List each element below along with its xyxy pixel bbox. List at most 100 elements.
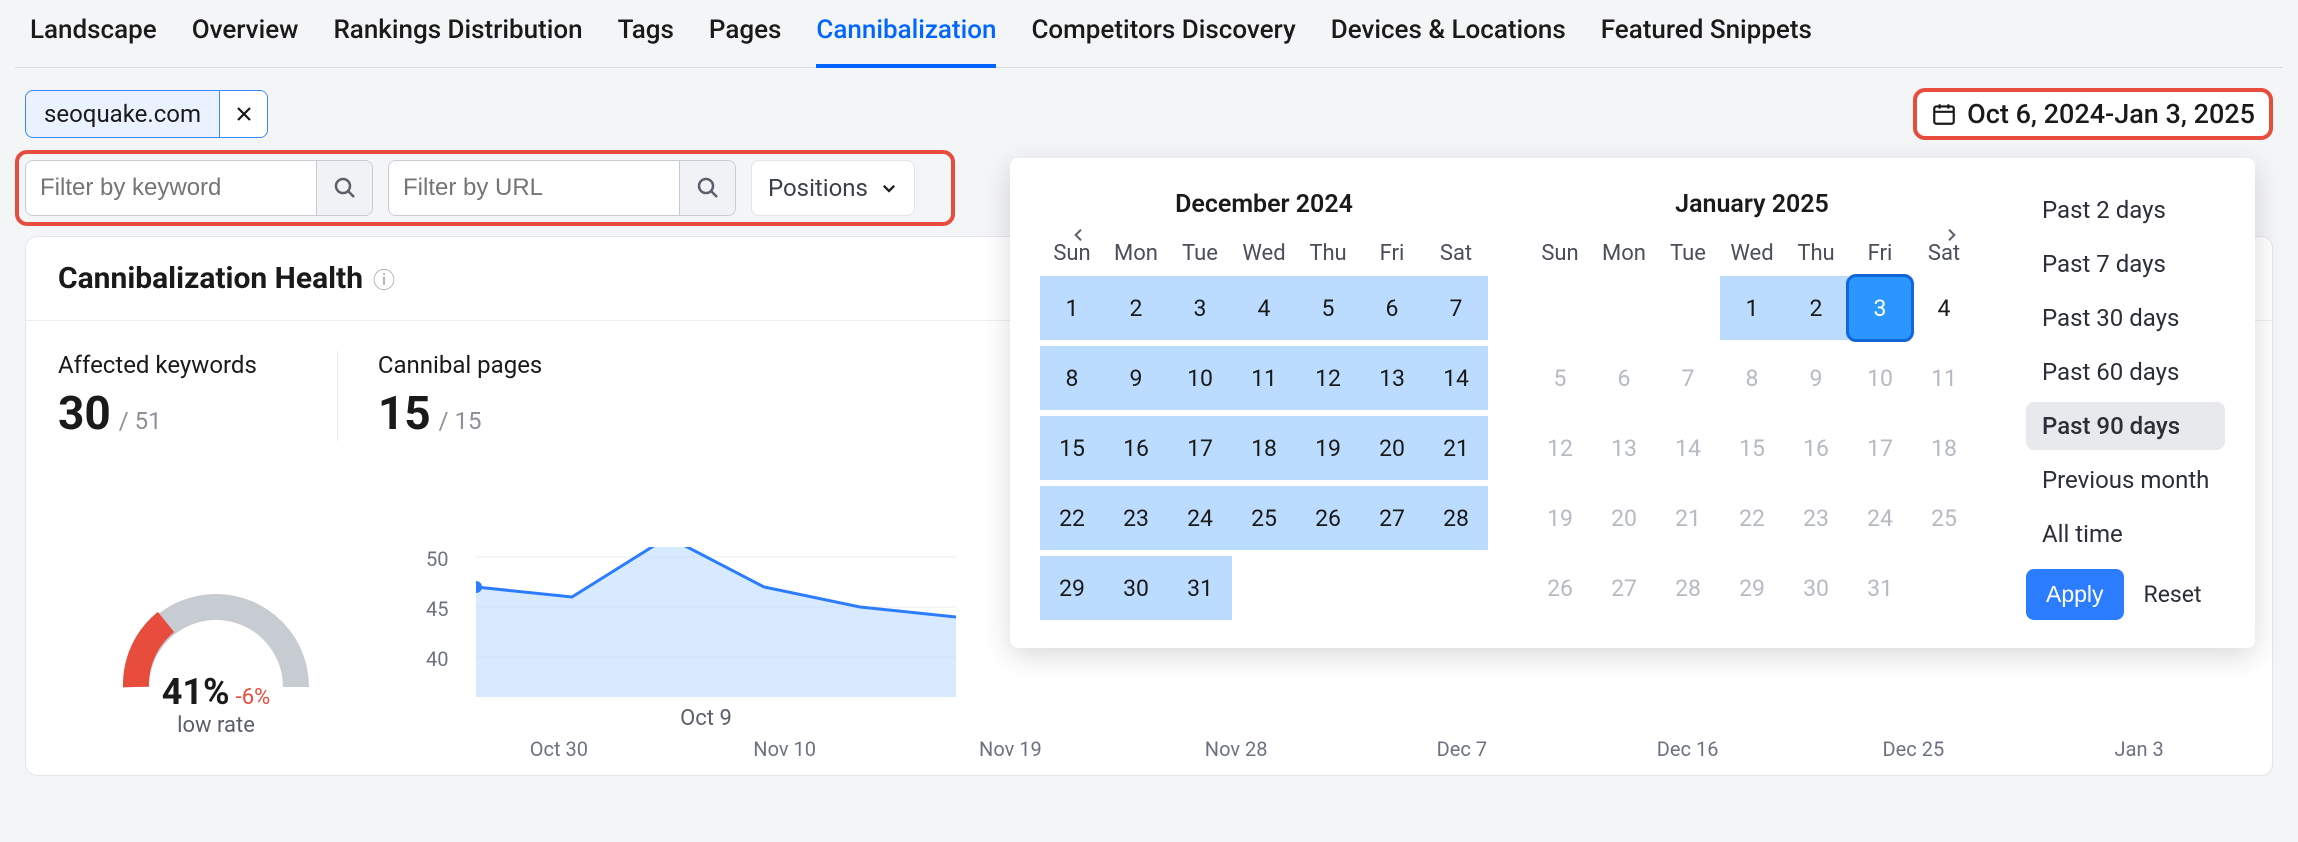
url-filter[interactable]	[388, 160, 736, 216]
calendar-day[interactable]: 20	[1592, 486, 1656, 550]
calendar-day[interactable]: 16	[1784, 416, 1848, 480]
calendar-day[interactable]: 10	[1168, 346, 1232, 410]
calendar-day[interactable]: 22	[1040, 486, 1104, 550]
calendar-day[interactable]: 19	[1296, 416, 1360, 480]
calendar-day[interactable]: 13	[1360, 346, 1424, 410]
calendar-day[interactable]: 26	[1528, 556, 1592, 620]
calendar-day[interactable]: 21	[1424, 416, 1488, 480]
tab-landscape[interactable]: Landscape	[30, 15, 157, 55]
tab-featured-snippets[interactable]: Featured Snippets	[1601, 15, 1812, 55]
stat-value: 15	[378, 387, 431, 441]
calendar-day[interactable]: 12	[1296, 346, 1360, 410]
calendar-day[interactable]: 29	[1720, 556, 1784, 620]
chip-close-button[interactable]	[219, 91, 267, 137]
gauge-delta: -6%	[236, 685, 271, 710]
apply-button[interactable]: Apply	[2026, 569, 2124, 620]
calendar-day[interactable]: 31	[1168, 556, 1232, 620]
calendar-day[interactable]: 24	[1848, 486, 1912, 550]
calendar-day[interactable]: 18	[1232, 416, 1296, 480]
calendar-day[interactable]: 22	[1720, 486, 1784, 550]
timeline-tick: Oct 30	[446, 737, 672, 761]
dow-row-right: SunMonTueWedThuFriSat	[1528, 241, 1976, 266]
preset-past-30-days[interactable]: Past 30 days	[2026, 294, 2225, 342]
calendar-day[interactable]: 10	[1848, 346, 1912, 410]
calendar-day[interactable]: 18	[1912, 416, 1976, 480]
reset-button[interactable]: Reset	[2144, 581, 2202, 608]
timeline-tick: Nov 19	[898, 737, 1124, 761]
calendar-day[interactable]: 9	[1104, 346, 1168, 410]
calendar-day[interactable]: 5	[1528, 346, 1592, 410]
calendar-day[interactable]: 7	[1424, 276, 1488, 340]
url-search-button[interactable]	[679, 161, 735, 215]
calendar-day[interactable]: 5	[1296, 276, 1360, 340]
calendar-day[interactable]: 9	[1784, 346, 1848, 410]
preset-all-time[interactable]: All time	[2026, 510, 2225, 558]
calendar-day[interactable]: 1	[1040, 276, 1104, 340]
tab-tags[interactable]: Tags	[618, 15, 674, 55]
calendar-day[interactable]: 17	[1848, 416, 1912, 480]
calendar-day[interactable]: 6	[1592, 346, 1656, 410]
calendar-day[interactable]: 20	[1360, 416, 1424, 480]
calendar-day[interactable]: 14	[1656, 416, 1720, 480]
tab-rankings-distribution[interactable]: Rankings Distribution	[333, 15, 582, 55]
calendar-day[interactable]: 23	[1784, 486, 1848, 550]
calendar-day[interactable]: 11	[1912, 346, 1976, 410]
calendar-day[interactable]: 2	[1784, 276, 1848, 340]
calendar-day[interactable]: 16	[1104, 416, 1168, 480]
calendar-day[interactable]: 15	[1040, 416, 1104, 480]
info-icon[interactable]: ⓘ	[373, 263, 395, 295]
calendar-day[interactable]: 19	[1528, 486, 1592, 550]
calendar-day[interactable]: 31	[1848, 556, 1912, 620]
calendar-day[interactable]: 2	[1104, 276, 1168, 340]
calendar-day[interactable]: 28	[1424, 486, 1488, 550]
tab-cannibalization[interactable]: Cannibalization	[816, 15, 996, 68]
preset-past-90-days[interactable]: Past 90 days	[2026, 402, 2225, 450]
calendar-day[interactable]: 4	[1912, 276, 1976, 340]
tab-pages[interactable]: Pages	[709, 15, 782, 55]
tab-overview[interactable]: Overview	[192, 15, 299, 55]
calendar-day[interactable]: 25	[1912, 486, 1976, 550]
card-title: Cannibalization Health	[58, 261, 363, 296]
tab-devices-locations[interactable]: Devices & Locations	[1331, 15, 1566, 55]
calendar-next-button[interactable]	[1936, 220, 1966, 250]
calendar-day[interactable]: 24	[1168, 486, 1232, 550]
search-icon	[696, 176, 720, 200]
calendar-day[interactable]: 3	[1168, 276, 1232, 340]
calendar-day[interactable]: 27	[1360, 486, 1424, 550]
calendar-day[interactable]: 6	[1360, 276, 1424, 340]
domain-chip[interactable]: seoquake.com	[25, 90, 268, 138]
keyword-input[interactable]	[26, 161, 316, 215]
calendar-day[interactable]: 8	[1040, 346, 1104, 410]
keyword-search-button[interactable]	[316, 161, 372, 215]
preset-previous-month[interactable]: Previous month	[2026, 456, 2225, 504]
calendar-day[interactable]: 7	[1656, 346, 1720, 410]
calendar-day[interactable]: 13	[1592, 416, 1656, 480]
positions-dropdown[interactable]: Positions	[751, 160, 915, 216]
calendar-day[interactable]: 30	[1784, 556, 1848, 620]
calendar-day[interactable]: 26	[1296, 486, 1360, 550]
calendar-day[interactable]: 1	[1720, 276, 1784, 340]
keyword-filter[interactable]	[25, 160, 373, 216]
calendar-day[interactable]: 12	[1528, 416, 1592, 480]
daterange-button[interactable]: Oct 6, 2024-Jan 3, 2025	[1913, 88, 2273, 140]
calendar-day[interactable]: 25	[1232, 486, 1296, 550]
calendar-day[interactable]: 17	[1168, 416, 1232, 480]
tab-competitors-discovery[interactable]: Competitors Discovery	[1031, 15, 1295, 55]
calendar-day[interactable]: 3	[1848, 276, 1912, 340]
calendar-day[interactable]: 30	[1104, 556, 1168, 620]
preset-past-7-days[interactable]: Past 7 days	[2026, 240, 2225, 288]
preset-past-60-days[interactable]: Past 60 days	[2026, 348, 2225, 396]
calendar-day[interactable]: 29	[1040, 556, 1104, 620]
calendar-day[interactable]: 23	[1104, 486, 1168, 550]
calendar-day[interactable]: 27	[1592, 556, 1656, 620]
calendar-day[interactable]: 11	[1232, 346, 1296, 410]
calendar-day[interactable]: 21	[1656, 486, 1720, 550]
calendar-day[interactable]: 14	[1424, 346, 1488, 410]
calendar-day[interactable]: 28	[1656, 556, 1720, 620]
calendar-prev-button[interactable]	[1064, 220, 1094, 250]
calendar-day[interactable]: 15	[1720, 416, 1784, 480]
url-input[interactable]	[389, 161, 679, 215]
preset-past-2-days[interactable]: Past 2 days	[2026, 186, 2225, 234]
calendar-day[interactable]: 4	[1232, 276, 1296, 340]
calendar-day[interactable]: 8	[1720, 346, 1784, 410]
